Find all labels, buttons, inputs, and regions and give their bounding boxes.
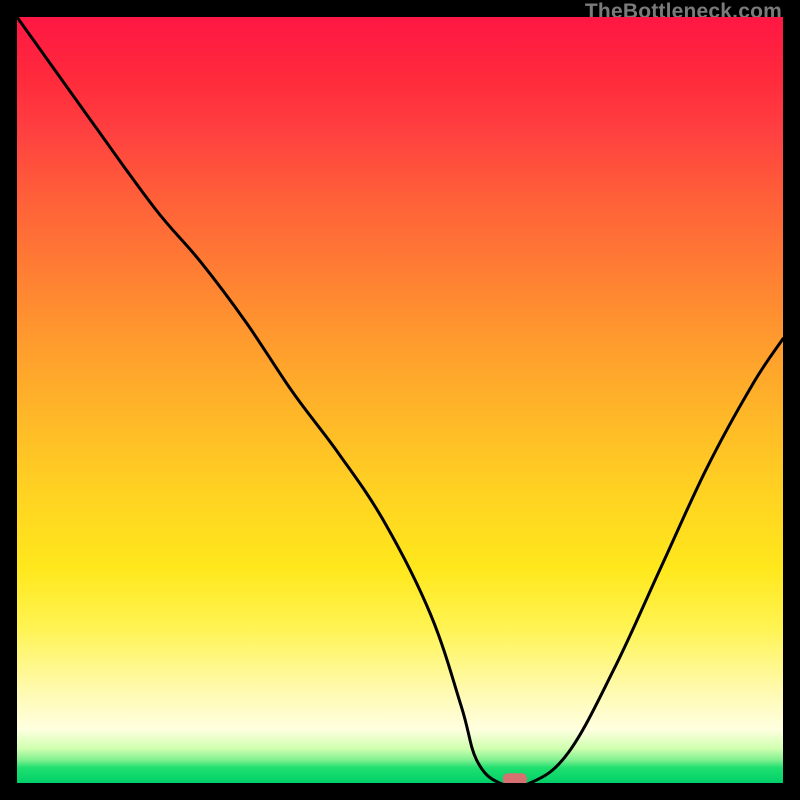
- plot-area: [17, 17, 783, 783]
- chart-frame: TheBottleneck.com: [0, 0, 800, 800]
- bottleneck-curve: [17, 17, 783, 783]
- optimum-marker: [503, 773, 527, 783]
